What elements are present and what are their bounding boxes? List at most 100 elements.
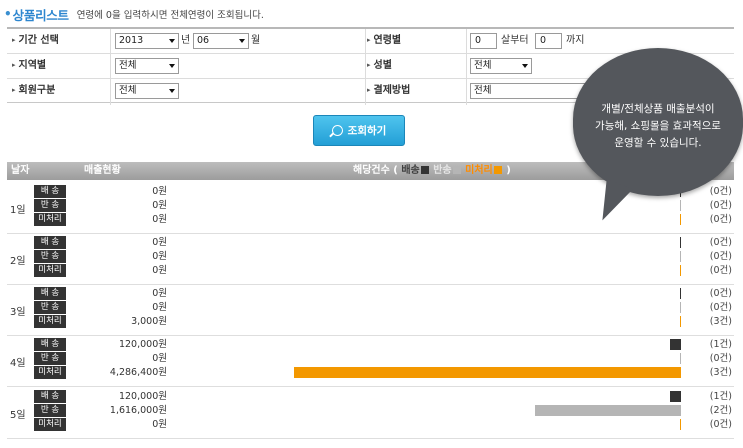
triangle-icon: ▸ (367, 61, 371, 69)
page-title: 상품리스트 (12, 7, 69, 23)
status-line: 배 송 0원 (0건) (7, 287, 734, 301)
status-badge: 배 송 (34, 236, 66, 249)
status-line: 미처리 0원 (0건) (7, 213, 734, 227)
sales-bar (294, 367, 681, 378)
legend-ship: 배송 (401, 165, 420, 176)
triangle-icon: ▸ (367, 86, 371, 94)
payment-label: ▸ 결제방법 (367, 85, 411, 96)
chevron-down-icon (169, 64, 175, 68)
sales-bar (680, 288, 681, 299)
region-select[interactable]: 전체 (115, 58, 179, 74)
status-badge: 반 송 (34, 352, 66, 365)
status-badge: 미처리 (34, 315, 66, 328)
age-to-suffix: 까지 (566, 35, 585, 46)
age-hint: 연령에 0을 입력하시면 전체연령이 조회됩니다. (76, 10, 264, 21)
chevron-down-icon (522, 64, 528, 68)
order-count: (0건) (709, 214, 732, 225)
gender-label: ▸ 성별 (367, 60, 392, 71)
member-select[interactable]: 전체 (115, 83, 179, 99)
status-line: 미처리 0원 (0건) (7, 418, 734, 432)
sales-bar (680, 214, 681, 225)
sales-amount: 0원 (152, 419, 167, 430)
status-line: 미처리 0원 (0건) (7, 264, 734, 278)
order-count: (0건) (709, 237, 732, 248)
order-count: (0건) (709, 200, 732, 211)
chevron-down-icon (239, 39, 245, 43)
order-count: (0건) (709, 419, 732, 430)
order-count: (0건) (709, 251, 732, 262)
search-icon (331, 125, 343, 136)
year-suffix: 년 (181, 35, 191, 46)
year-select[interactable]: 2013 (115, 33, 179, 49)
status-badge: 반 송 (34, 250, 66, 263)
order-count: (1건) (709, 391, 732, 402)
status-badge: 배 송 (34, 338, 66, 351)
sales-amount: 3,000원 (131, 316, 167, 327)
sales-bar (680, 316, 681, 327)
status-badge: 반 송 (34, 301, 66, 314)
payment-select[interactable]: 전체 (470, 83, 590, 99)
triangle-icon: ▸ (367, 36, 371, 44)
sales-amount: 120,000원 (118, 339, 167, 350)
sales-column-header: 매출현황 (84, 165, 121, 176)
age-to-input[interactable]: 0 (535, 33, 562, 49)
status-line: 배 송 120,000원 (1건) (7, 390, 734, 404)
legend-pending: 미처리 (465, 165, 493, 176)
month-select[interactable]: 06 (193, 33, 249, 49)
triangle-icon: ▸ (12, 36, 16, 44)
sales-amount: 120,000원 (118, 391, 167, 402)
status-badge: 미처리 (34, 264, 66, 277)
section-header: • 상품리스트 연령에 0을 입력하시면 전체연령이 조회됩니다. (4, 5, 264, 23)
sales-amount: 0원 (152, 251, 167, 262)
order-count: (1건) (709, 339, 732, 350)
sales-amount: 4,286,400원 (109, 367, 167, 378)
status-badge: 미처리 (34, 366, 66, 379)
day-row: 3일 배 송 0원 (0건) 반 송 0원 (0건) 미처리 3,000원 (3건) (7, 285, 734, 336)
triangle-icon: ▸ (12, 61, 16, 69)
sales-bar (670, 339, 681, 350)
date-column-header: 날자 (11, 165, 30, 176)
status-line: 반 송 0원 (0건) (7, 352, 734, 366)
status-badge: 미처리 (34, 213, 66, 226)
sales-amount: 0원 (152, 214, 167, 225)
sales-amount: 0원 (152, 353, 167, 364)
sales-bar (680, 265, 681, 276)
order-count: (3건) (709, 367, 732, 378)
sales-amount: 0원 (152, 265, 167, 276)
order-count: (3건) (709, 316, 732, 327)
order-count: (0건) (709, 265, 732, 276)
age-label: ▸ 연령별 (367, 35, 402, 46)
sales-bar (535, 405, 681, 416)
sales-bar (680, 251, 681, 262)
bubble-line: 운영할 수 있습니다. (614, 137, 702, 149)
bubble-line: 개별/전체상품 매출분석이 (601, 103, 715, 115)
sales-bar (680, 419, 681, 430)
day-row: 4일 배 송 120,000원 (1건) 반 송 0원 (0건) 미처리 4,286,400원(… (7, 336, 734, 387)
count-legend: 해당건수 ( 배송 반송 미처리 ) (353, 165, 511, 176)
status-badge: 배 송 (34, 287, 66, 300)
sales-amount: 0원 (152, 200, 167, 211)
title-bullet-icon: • (4, 7, 12, 21)
info-bubble: 개별/전체상품 매출분석이 가능해, 쇼핑몰을 효과적으로 운영할 수 있습니다… (573, 48, 743, 227)
order-count: (2건) (709, 405, 732, 416)
chevron-down-icon (169, 39, 175, 43)
legend-ship-swatch (420, 166, 429, 174)
status-line: 반 송 0원 (0건) (7, 250, 734, 264)
day-row: 5일 배 송 120,000원 (1건) 반 송 1,616,000원 (2건) 미처리 0원(… (7, 388, 734, 439)
status-badge: 미처리 (34, 418, 66, 431)
age-from-input[interactable]: 0 (470, 33, 497, 49)
member-label: ▸ 회원구분 (12, 85, 56, 96)
status-badge: 반 송 (34, 199, 66, 212)
gender-select[interactable]: 전체 (470, 58, 532, 74)
status-badge: 반 송 (34, 404, 66, 417)
sales-bar (680, 302, 681, 313)
search-button-label: 조회하기 (347, 125, 387, 137)
status-line: 미처리 4,286,400원 (3건) (7, 366, 734, 380)
order-count: (0건) (709, 302, 732, 313)
sales-amount: 1,616,000원 (109, 405, 167, 416)
legend-return: 반송 (433, 165, 452, 176)
sales-bar (670, 391, 681, 402)
sales-amount: 0원 (152, 288, 167, 299)
day-row: 2일 배 송 0원 (0건) 반 송 0원 (0건) 미처리 0원 (0건) (7, 234, 734, 285)
search-button[interactable]: 조회하기 (313, 115, 405, 146)
